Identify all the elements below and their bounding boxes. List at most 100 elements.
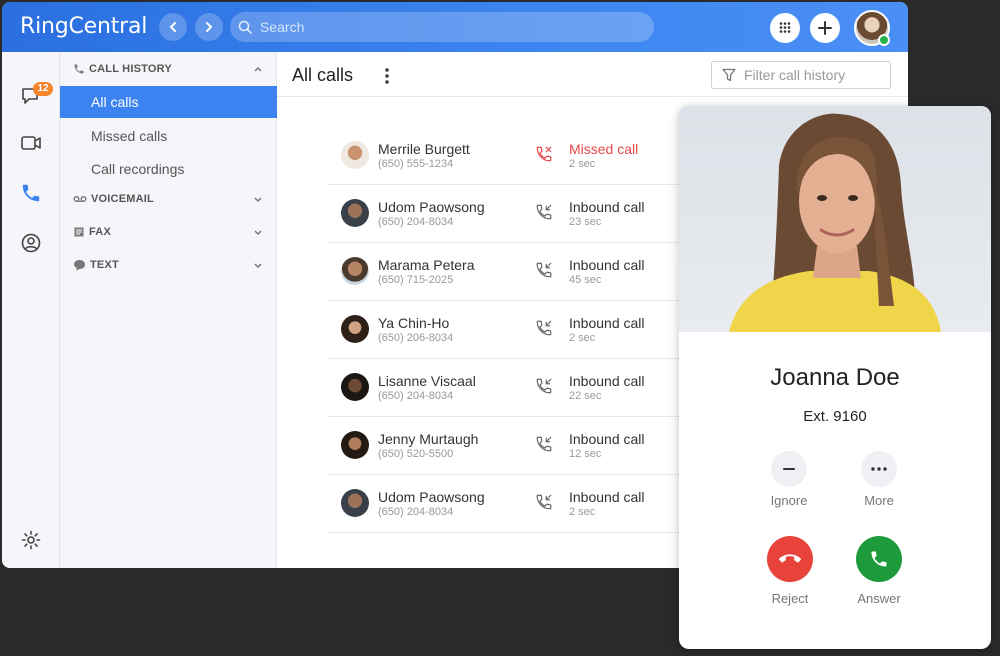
inbound-call-icon (536, 204, 552, 220)
call-row[interactable]: Jenny Murtaugh (650) 520-5500 Inbound ca… (327, 417, 697, 475)
avatar (341, 199, 369, 227)
call-row[interactable]: Udom Paowsong (650) 204-8034 Inbound cal… (327, 475, 697, 533)
section-call-history[interactable]: CALL HISTORY (60, 56, 277, 82)
more-options-button[interactable] (381, 66, 393, 86)
add-button[interactable] (810, 13, 840, 43)
call-duration: 23 sec (569, 216, 602, 228)
contacts-nav[interactable] (19, 231, 43, 255)
section-text-label: TEXT (90, 259, 119, 271)
avatar (341, 315, 369, 343)
call-row[interactable]: Ya Chin-Ho (650) 206-8034 Inbound call 2… (327, 301, 697, 359)
inbound-call-icon (536, 378, 552, 394)
chevron-up-icon (254, 66, 262, 72)
reject-button[interactable] (767, 536, 813, 582)
caller-name: Marama Petera (378, 257, 475, 273)
inbound-call-icon (536, 494, 552, 510)
avatar (341, 489, 369, 517)
presence-indicator (878, 34, 890, 46)
incoming-caller-ext: Ext. 9160 (803, 408, 867, 425)
missed-call-icon (536, 146, 552, 162)
hang-up-icon (779, 554, 801, 563)
dialpad-icon (779, 22, 791, 33)
avatar (341, 257, 369, 285)
incoming-call-card: Joanna Doe Ext. 9160 Ignore More Reject … (679, 106, 991, 649)
sidebar-item-label: Missed calls (91, 128, 168, 144)
caller-phone: (650) 520-5500 (378, 448, 454, 460)
caller-phone: (650) 204-8034 (378, 390, 454, 402)
unread-badge: 12 (33, 82, 53, 96)
filter-icon (722, 68, 736, 82)
section-text[interactable]: TEXT (60, 252, 277, 278)
app-logo: RingCentral (20, 14, 148, 39)
section-fax[interactable]: FAX (60, 219, 277, 245)
answer-label: Answer (857, 591, 901, 606)
inbound-call-icon (536, 436, 552, 452)
phone-nav[interactable] (19, 181, 43, 205)
ignore-label: Ignore (770, 493, 808, 508)
call-duration: 22 sec (569, 390, 602, 402)
more-button[interactable] (861, 451, 897, 487)
call-duration: 12 sec (569, 448, 602, 460)
video-nav[interactable] (19, 131, 43, 155)
sidebar-item-call-recordings[interactable]: Call recordings (60, 153, 277, 185)
phone-icon (22, 184, 40, 202)
top-bar: RingCentral Search (2, 2, 908, 52)
forward-button[interactable] (195, 13, 223, 41)
caller-name: Jenny Murtaugh (378, 431, 479, 447)
answer-button[interactable] (856, 536, 902, 582)
sidebar: CALL HISTORY All calls Missed calls Call… (60, 52, 277, 568)
sidebar-item-all-calls[interactable]: All calls (60, 86, 277, 118)
dialpad-button[interactable] (770, 13, 800, 43)
caller-name: Merrile Burgett (378, 141, 470, 157)
gear-icon (21, 530, 41, 550)
chevron-down-icon (254, 197, 262, 203)
settings-nav[interactable] (19, 528, 43, 552)
section-call-history-label: CALL HISTORY (89, 63, 172, 75)
ignore-button[interactable] (771, 451, 807, 487)
call-row[interactable]: Merrile Burgett (650) 555-1234 Missed ca… (327, 127, 697, 185)
fax-icon (74, 227, 84, 237)
page-title: All calls (292, 65, 354, 85)
caller-photo (679, 106, 991, 332)
call-type: Missed call (569, 141, 639, 157)
call-type: Inbound call (569, 373, 645, 389)
caller-phone: (650) 715-2025 (378, 274, 454, 286)
call-duration: 45 sec (569, 274, 602, 286)
avatar (341, 141, 369, 169)
more-dots-icon (871, 467, 887, 471)
incoming-caller-name: Joanna Doe (770, 364, 900, 391)
reject-label: Reject (771, 591, 809, 606)
inbound-call-icon (536, 320, 552, 336)
caller-phone: (650) 206-8034 (378, 332, 454, 344)
section-voicemail-label: VOICEMAIL (91, 193, 154, 205)
call-duration: 2 sec (569, 158, 596, 170)
caller-portrait (679, 106, 991, 332)
video-icon (21, 136, 41, 150)
call-type: Inbound call (569, 315, 645, 331)
call-duration: 2 sec (569, 506, 596, 518)
caller-phone: (650) 555-1234 (378, 158, 454, 170)
section-fax-label: FAX (89, 226, 111, 238)
search-input[interactable]: Search (230, 12, 654, 42)
filter-placeholder: Filter call history (744, 67, 846, 83)
search-icon (238, 20, 252, 34)
caller-name: Udom Paowsong (378, 199, 485, 215)
kebab-icon (385, 68, 389, 84)
voicemail-icon (73, 196, 87, 202)
back-button[interactable] (159, 13, 187, 41)
nav-rail: 12 (2, 52, 60, 568)
minus-icon (783, 468, 795, 470)
call-row[interactable]: Marama Petera (650) 715-2025 Inbound cal… (327, 243, 697, 301)
contacts-icon (21, 233, 41, 253)
section-voicemail[interactable]: VOICEMAIL (60, 186, 277, 212)
caller-phone: (650) 204-8034 (378, 506, 454, 518)
more-label: More (864, 493, 894, 508)
phone-answer-icon (871, 551, 887, 567)
sidebar-item-missed-calls[interactable]: Missed calls (60, 120, 277, 152)
search-placeholder: Search (260, 19, 305, 35)
inbound-call-icon (536, 262, 552, 278)
call-type: Inbound call (569, 489, 645, 505)
call-row[interactable]: Udom Paowsong (650) 204-8034 Inbound cal… (327, 185, 697, 243)
filter-input[interactable]: Filter call history (711, 61, 891, 89)
call-row[interactable]: Lisanne Viscaal (650) 204-8034 Inbound c… (327, 359, 697, 417)
